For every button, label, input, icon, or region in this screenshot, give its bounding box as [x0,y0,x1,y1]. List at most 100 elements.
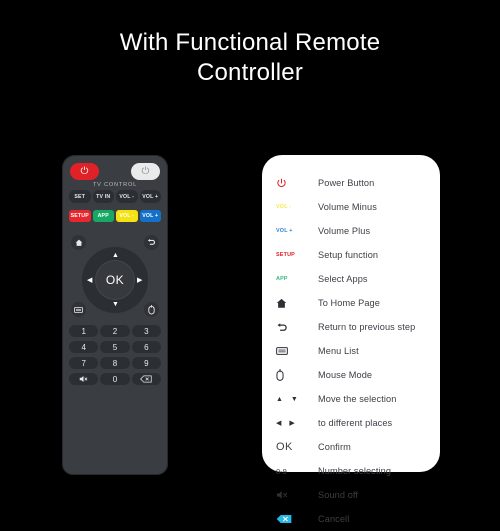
remote-button-set[interactable]: SET [69,190,91,203]
tv-control-label: TV CONTROL [92,182,138,188]
power-icon: ⏻ [141,165,150,177]
remote-button-app[interactable]: APP [92,210,114,222]
page-title: With Functional Remote Controller [0,28,500,88]
keypad-row: 4 5 6 [69,341,161,353]
keypad-key-8[interactable]: 8 [100,357,130,369]
legend-item-sound-off: Sound off [262,483,440,507]
keypad-key-7[interactable]: 7 [69,357,99,369]
legend-label: Number selecting [318,466,392,476]
mouse-icon [148,304,155,314]
legend-item-volume-plus: VOL + Volume Plus [262,219,440,243]
mute-icon [276,490,322,500]
remote-mouse-button[interactable] [144,302,159,317]
power-icon: ⏻ [80,165,89,177]
legend-label: Move the selection [318,394,397,404]
legend-item-different-places: ◀ ▶ to different places [262,411,440,435]
legend-label: Select Apps [318,274,368,284]
legend-item-mouse-mode: Mouse Mode [262,363,440,387]
dpad-right-arrow[interactable]: ▶ [137,277,142,284]
ok-icon: OK [276,441,293,453]
remote-control: ⏻ ⏻ TV CONTROL SET TV IN VOL - VOL + SET… [62,155,168,475]
legend-label: Setup function [318,250,379,260]
keypad-key-6[interactable]: 6 [131,341,161,353]
legend-item-number-selecting: 0-9 Number selecting [262,459,440,483]
remote-dpad[interactable]: ▲ ▼ ◀ ▶ OK [82,247,148,313]
color-button-row: SETUP APP VOL - VOL + [69,210,161,222]
remote-power-white-button[interactable]: ⏻ [131,163,160,180]
mute-icon [79,376,88,382]
legend-label: Mouse Mode [318,370,373,380]
backspace-icon [140,375,152,383]
remote-power-red-button[interactable]: ⏻ [70,163,99,180]
legend-item-volume-minus: VOL - Volume Minus [262,195,440,219]
legend-item-cancel: Cancell [262,507,440,531]
keypad-key-mute[interactable] [69,373,99,385]
keypad-row: 0 [69,373,161,385]
remote-menu-button[interactable] [71,302,86,317]
dpad-left-arrow[interactable]: ◀ [87,277,92,284]
legend-label: Confirm [318,442,351,452]
legend-item-power: Power Button [262,171,440,195]
remote-button-setup[interactable]: SETUP [69,210,91,222]
vol-plus-icon: VOL + [276,228,293,234]
remote-button-volume-minus[interactable]: VOL - [116,210,138,222]
power-icon [276,178,322,189]
remote-button-vol-plus[interactable]: VOL + [139,190,161,203]
dpad-ok-button[interactable]: OK [95,260,135,300]
screenshot-root: With Functional Remote Controller ⏻ ⏻ TV… [0,0,500,524]
page-title-line2: Controller [196,59,304,86]
return-icon [148,238,156,245]
home-icon [75,239,82,246]
cancel-icon [276,514,322,524]
home-icon [276,298,322,309]
dpad-up-arrow[interactable]: ▲ [112,252,119,259]
legend-item-home: To Home Page [262,291,440,315]
legend-item-move-selection: ▲ ▼ Move the selection [262,387,440,411]
numbers-icon: 0-9 [276,466,287,476]
keypad-row: 7 8 9 [69,357,161,369]
legend-item-return: Return to previous step [262,315,440,339]
app-icon: APP [276,276,288,282]
legend-item-setup: SETUP Setup function [262,243,440,267]
legend-label: Menu List [318,346,359,356]
arrows-up-down-icon: ▲ ▼ [276,395,301,403]
keypad-key-3[interactable]: 3 [131,325,161,337]
legend-item-confirm: OK Confirm [262,435,440,459]
keypad-key-5[interactable]: 5 [100,341,130,353]
menu-list-icon [74,306,83,313]
remote-button-tv-in[interactable]: TV IN [92,190,114,203]
menu-list-icon [276,346,322,356]
keypad-key-2[interactable]: 2 [100,325,130,337]
legend-item-app: APP Select Apps [262,267,440,291]
vol-minus-icon: VOL - [276,204,292,210]
keypad-key-1[interactable]: 1 [69,325,99,337]
arrows-left-right-icon: ◀ ▶ [276,420,298,427]
legend-label: Power Button [318,178,375,188]
legend-item-menu-list: Menu List [262,339,440,363]
keypad-key-0[interactable]: 0 [100,373,130,385]
dpad-ok-label: OK [105,273,125,287]
legend-label: Cancell [318,514,350,524]
legend-list: Power Button VOL - Volume Minus VOL + Vo… [262,171,440,531]
remote-keypad: 1 2 3 4 5 6 7 8 9 0 [69,325,161,389]
legend-label: Return to previous step [318,322,416,332]
remote-back-button[interactable] [144,235,159,250]
legend-label: To Home Page [318,298,380,308]
keypad-key-backspace[interactable] [131,373,161,385]
legend-label: to different places [318,418,393,428]
legend-label: Volume Minus [318,202,377,212]
keypad-key-4[interactable]: 4 [69,341,99,353]
mouse-icon [276,369,322,381]
dpad-down-arrow[interactable]: ▼ [112,301,119,308]
tv-control-button-row: SET TV IN VOL - VOL + [69,190,161,203]
remote-home-button[interactable] [71,235,86,250]
legend-label: Sound off [318,490,359,500]
keypad-key-9[interactable]: 9 [131,357,161,369]
keypad-row: 1 2 3 [69,325,161,337]
return-icon [276,322,322,333]
page-title-line1: With Functional Remote [119,29,381,56]
legend-label: Volume Plus [318,226,371,236]
remote-button-vol-minus[interactable]: VOL - [116,190,138,203]
setup-icon: SETUP [276,252,295,258]
remote-button-volume-plus[interactable]: VOL + [139,210,161,222]
